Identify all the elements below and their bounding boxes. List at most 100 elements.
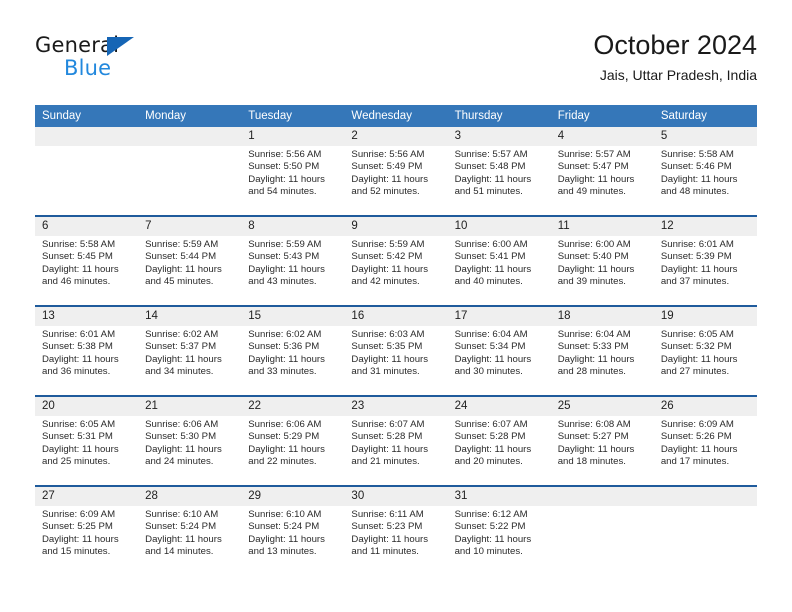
calendar-day-cell[interactable]: 8 Sunrise: 5:59 AM Sunset: 5:43 PM Daylight… (241, 215, 345, 306)
day-number: 15 (241, 307, 345, 326)
daylight-text: Daylight: 11 hours and 28 minutes. (557, 353, 635, 377)
sunset-text: Sunset: 5:40 PM (557, 251, 629, 263)
sunrise-text: Sunrise: 5:59 AM (351, 239, 425, 250)
sunset-text: Sunset: 5:23 PM (351, 521, 423, 533)
daylight-text: Daylight: 11 hours and 20 minutes. (454, 443, 532, 467)
calendar-day-cell[interactable]: 13 Sunrise: 6:01 AM Sunset: 5:38 PM Dayligh… (35, 305, 139, 396)
calendar-week-row: 27 Sunrise: 6:09 AM Sunset: 5:25 PM Dayligh… (35, 485, 757, 575)
calendar-day-cell[interactable]: 5 Sunrise: 5:58 AM Sunset: 5:46 PM Daylight… (653, 127, 757, 216)
calendar-day-cell[interactable]: 21 Sunrise: 6:06 AM Sunset: 5:30 PM Dayligh… (138, 395, 242, 486)
weekday-header-wednesday: Wednesday (344, 105, 448, 127)
calendar-day-cell[interactable]: 16 Sunrise: 6:03 AM Sunset: 5:35 PM Dayligh… (344, 305, 448, 396)
calendar-day-cell[interactable]: 27 Sunrise: 6:09 AM Sunset: 5:25 PM Dayligh… (35, 485, 139, 575)
calendar-day-cell[interactable]: 24 Sunrise: 6:07 AM Sunset: 5:28 PM Dayligh… (447, 395, 551, 486)
sunrise-text: Sunrise: 6:07 AM (454, 419, 528, 430)
day-number: 27 (35, 487, 139, 506)
calendar-day-cell[interactable]: 17 Sunrise: 6:04 AM Sunset: 5:34 PM Dayligh… (447, 305, 551, 396)
daylight-text: Daylight: 11 hours and 45 minutes. (145, 263, 222, 287)
daylight-text: Daylight: 11 hours and 30 minutes. (454, 353, 532, 377)
sunrise-text: Sunrise: 6:06 AM (145, 419, 219, 430)
day-number (35, 127, 139, 146)
daylight-text: Daylight: 11 hours and 17 minutes. (660, 443, 738, 467)
day-number: 19 (653, 307, 757, 326)
day-details: Sunrise: 6:06 AM Sunset: 5:29 PM Daylight:… (241, 416, 344, 468)
sunset-text: Sunset: 5:34 PM (454, 341, 526, 353)
daylight-text: Daylight: 11 hours and 25 minutes. (42, 443, 119, 467)
calendar-day-cell[interactable]: 11 Sunrise: 6:00 AM Sunset: 5:40 PM Dayligh… (550, 215, 654, 306)
calendar-day-cell-empty (138, 127, 242, 216)
calendar-day-cell[interactable]: 22 Sunrise: 6:06 AM Sunset: 5:29 PM Dayligh… (241, 395, 345, 486)
calendar-day-cell[interactable]: 31 Sunrise: 6:12 AM Sunset: 5:22 PM Dayligh… (447, 485, 551, 575)
daylight-text: Daylight: 11 hours and 27 minutes. (660, 353, 738, 377)
day-number: 4 (550, 127, 654, 146)
day-details: Sunrise: 6:01 AM Sunset: 5:39 PM Daylight:… (654, 236, 757, 288)
calendar-day-cell[interactable]: 30 Sunrise: 6:11 AM Sunset: 5:23 PM Dayligh… (344, 485, 448, 575)
calendar-day-cell[interactable]: 12 Sunrise: 6:01 AM Sunset: 5:39 PM Dayligh… (653, 215, 757, 306)
daylight-text: Daylight: 11 hours and 10 minutes. (454, 533, 532, 557)
sunset-text: Sunset: 5:46 PM (660, 161, 732, 173)
calendar-day-cell[interactable]: 4 Sunrise: 5:57 AM Sunset: 5:47 PM Daylight… (550, 127, 654, 216)
calendar-day-cell[interactable]: 14 Sunrise: 6:02 AM Sunset: 5:37 PM Dayligh… (138, 305, 242, 396)
calendar-day-cell[interactable]: 10 Sunrise: 6:00 AM Sunset: 5:41 PM Dayligh… (447, 215, 551, 306)
day-number: 11 (550, 217, 654, 236)
calendar-day-cell[interactable]: 2 Sunrise: 5:56 AM Sunset: 5:49 PM Daylight… (344, 127, 448, 216)
page-subtitle: Jais, Uttar Pradesh, India (599, 67, 757, 83)
daylight-text: Daylight: 11 hours and 39 minutes. (557, 263, 635, 287)
sunrise-text: Sunrise: 6:00 AM (454, 239, 528, 250)
day-number: 23 (344, 397, 448, 416)
sunrise-text: Sunrise: 6:02 AM (145, 329, 219, 340)
calendar-day-cell[interactable]: 29 Sunrise: 6:10 AM Sunset: 5:24 PM Dayligh… (241, 485, 345, 575)
day-number: 1 (241, 127, 345, 146)
day-details: Sunrise: 5:58 AM Sunset: 5:45 PM Daylight:… (35, 236, 138, 288)
daylight-text: Daylight: 11 hours and 18 minutes. (557, 443, 635, 467)
day-number: 18 (550, 307, 654, 326)
weekday-header-thursday: Thursday (447, 105, 551, 127)
calendar-day-cell-empty (35, 127, 139, 216)
day-details: Sunrise: 6:00 AM Sunset: 5:40 PM Daylight:… (551, 236, 654, 288)
calendar-week-row: 20 Sunrise: 6:05 AM Sunset: 5:31 PM Dayligh… (35, 395, 757, 486)
daylight-text: Daylight: 11 hours and 42 minutes. (351, 263, 429, 287)
day-details: Sunrise: 6:10 AM Sunset: 5:24 PM Daylight:… (241, 506, 344, 558)
sunrise-text: Sunrise: 6:10 AM (248, 509, 322, 520)
day-number: 20 (35, 397, 139, 416)
calendar-day-cell[interactable]: 6 Sunrise: 5:58 AM Sunset: 5:45 PM Daylight… (35, 215, 139, 306)
sunrise-text: Sunrise: 6:05 AM (42, 419, 116, 430)
day-details: Sunrise: 6:11 AM Sunset: 5:23 PM Daylight:… (344, 506, 447, 558)
sunset-text: Sunset: 5:50 PM (248, 161, 320, 173)
sunset-text: Sunset: 5:35 PM (351, 341, 423, 353)
calendar-day-cell[interactable]: 25 Sunrise: 6:08 AM Sunset: 5:27 PM Dayligh… (550, 395, 654, 486)
sunrise-text: Sunrise: 5:58 AM (660, 149, 734, 160)
day-number: 31 (447, 487, 551, 506)
day-number: 26 (653, 397, 757, 416)
day-number: 24 (447, 397, 551, 416)
calendar-day-cell[interactable]: 28 Sunrise: 6:10 AM Sunset: 5:24 PM Dayligh… (138, 485, 242, 575)
calendar-day-cell[interactable]: 3 Sunrise: 5:57 AM Sunset: 5:48 PM Daylight… (447, 127, 551, 216)
general-blue-logo: General Blue (35, 33, 185, 87)
sunset-text: Sunset: 5:49 PM (351, 161, 423, 173)
day-details: Sunrise: 6:02 AM Sunset: 5:36 PM Daylight:… (241, 326, 344, 378)
calendar-day-cell[interactable]: 23 Sunrise: 6:07 AM Sunset: 5:28 PM Dayligh… (344, 395, 448, 486)
weekday-header-row: Sunday Monday Tuesday Wednesday Thursday… (35, 105, 757, 127)
calendar-day-cell[interactable]: 26 Sunrise: 6:09 AM Sunset: 5:26 PM Dayligh… (653, 395, 757, 486)
day-number (138, 127, 242, 146)
calendar-day-cell[interactable]: 18 Sunrise: 6:04 AM Sunset: 5:33 PM Dayligh… (550, 305, 654, 396)
page-title: October 2024 (593, 30, 757, 60)
day-details: Sunrise: 6:12 AM Sunset: 5:22 PM Daylight:… (448, 506, 551, 558)
calendar-day-cell[interactable]: 9 Sunrise: 5:59 AM Sunset: 5:42 PM Daylight… (344, 215, 448, 306)
weekday-header-friday: Friday (550, 105, 654, 127)
weekday-header-tuesday: Tuesday (241, 105, 345, 127)
calendar-day-cell[interactable]: 1 Sunrise: 5:56 AM Sunset: 5:50 PM Daylight… (241, 127, 345, 216)
day-number: 21 (138, 397, 242, 416)
day-details: Sunrise: 6:07 AM Sunset: 5:28 PM Daylight:… (344, 416, 447, 468)
calendar-week-row: 1 Sunrise: 5:56 AM Sunset: 5:50 PM Daylight… (35, 127, 757, 216)
calendar-day-cell[interactable]: 15 Sunrise: 6:02 AM Sunset: 5:36 PM Dayligh… (241, 305, 345, 396)
daylight-text: Daylight: 11 hours and 11 minutes. (351, 533, 429, 557)
day-details: Sunrise: 6:00 AM Sunset: 5:41 PM Daylight:… (448, 236, 551, 288)
sunset-text: Sunset: 5:38 PM (42, 341, 113, 353)
calendar-day-cell[interactable]: 7 Sunrise: 5:59 AM Sunset: 5:44 PM Daylight… (138, 215, 242, 306)
calendar-day-cell[interactable]: 20 Sunrise: 6:05 AM Sunset: 5:31 PM Dayligh… (35, 395, 139, 486)
calendar-week-row: 13 Sunrise: 6:01 AM Sunset: 5:38 PM Dayligh… (35, 305, 757, 396)
daylight-text: Daylight: 11 hours and 49 minutes. (557, 173, 635, 197)
sunset-text: Sunset: 5:47 PM (557, 161, 629, 173)
calendar-day-cell[interactable]: 19 Sunrise: 6:05 AM Sunset: 5:32 PM Dayligh… (653, 305, 757, 396)
